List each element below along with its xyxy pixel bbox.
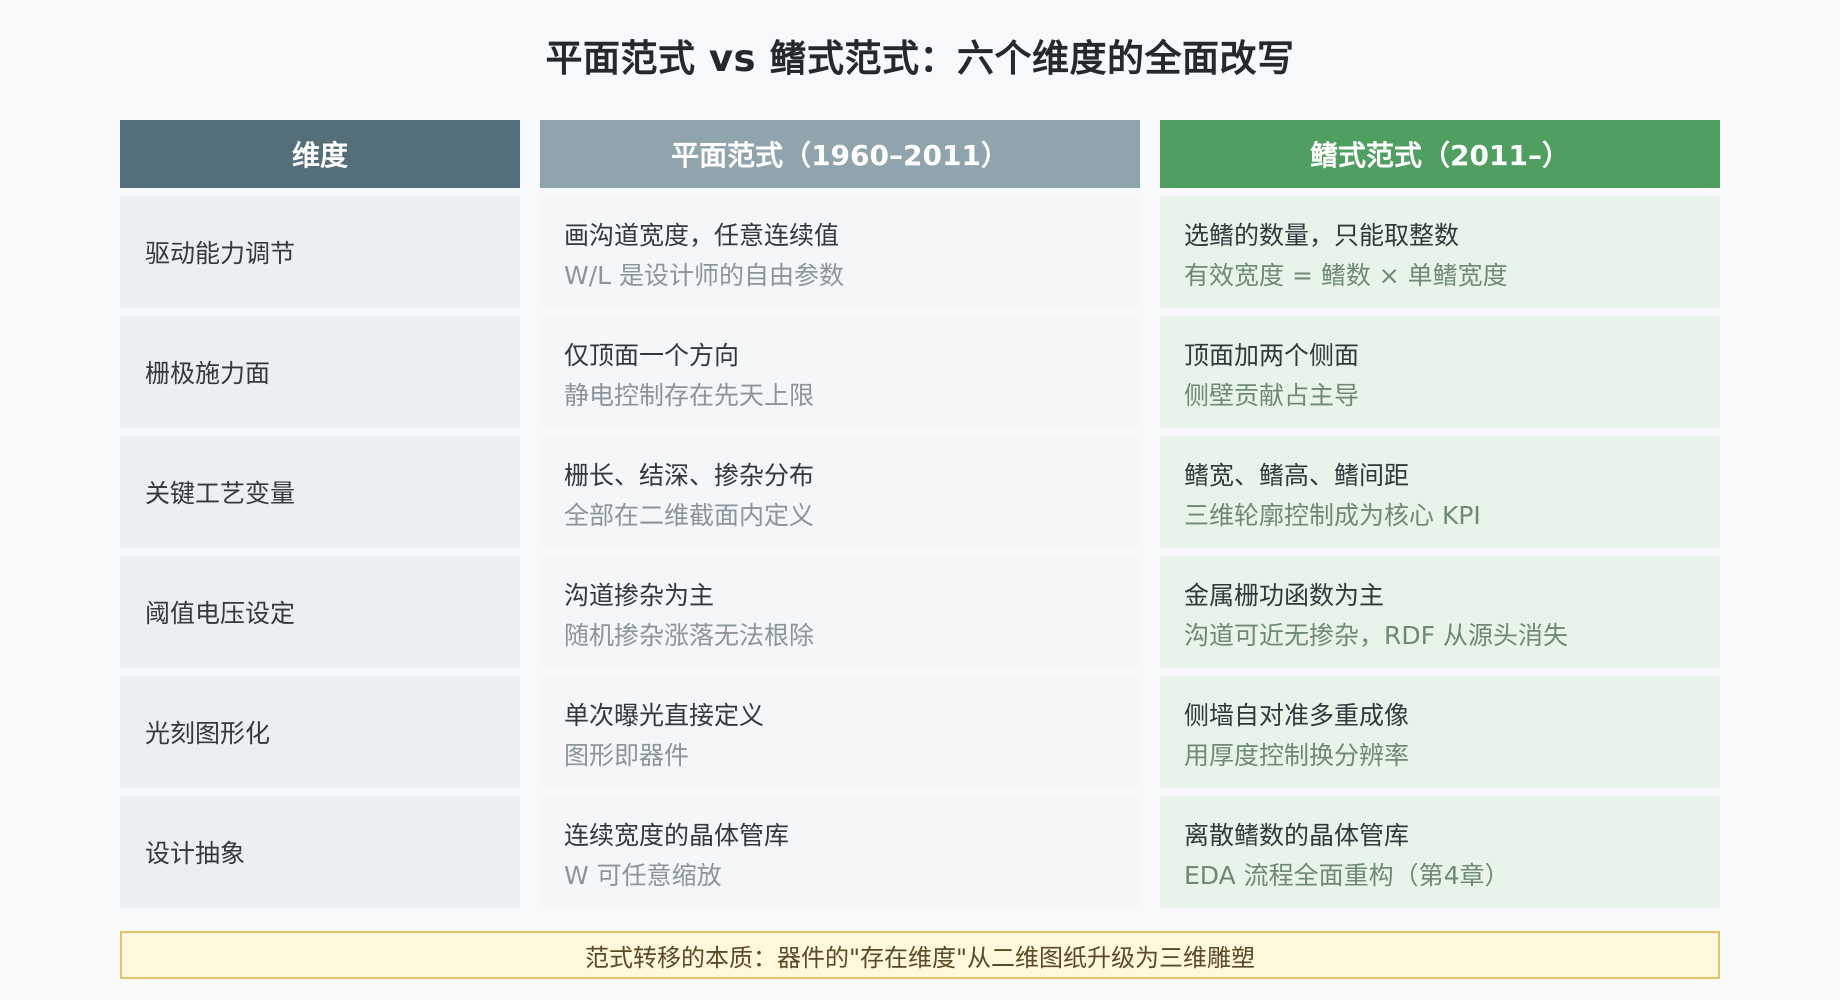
planar-cell: 单次曝光直接定义 图形即器件 [540,676,1140,788]
dimension-cell: 设计抽象 [120,796,520,908]
table-row: 栅极施力面 仅顶面一个方向 静电控制存在先天上限 顶面加两个侧面 侧壁贡献占主导 [0,316,1840,428]
header-planar: 平面范式（1960–2011） [540,120,1140,188]
dimension-cell: 阈值电压设定 [120,556,520,668]
finfet-cell: 鳍宽、鳍高、鳍间距 三维轮廓控制成为核心 KPI [1160,436,1720,548]
dimension-cell: 关键工艺变量 [120,436,520,548]
planar-sub-text: 静电控制存在先天上限 [564,381,815,410]
finfet-sub-text: 侧壁贡献占主导 [1184,381,1360,410]
finfet-main-text: 顶面加两个侧面 [1184,341,1360,370]
finfet-sub-text: 沟道可近无掺杂，RDF 从源头消失 [1184,621,1568,650]
finfet-sub-text: 有效宽度 = 鳍数 × 单鳍宽度 [1184,261,1508,290]
table-row: 设计抽象 连续宽度的晶体管库 W 可任意缩放 离散鳍数的晶体管库 EDA 流程全… [0,796,1840,908]
planar-main-text: 单次曝光直接定义 [564,701,765,730]
finfet-sub-text: 用厚度控制换分辨率 [1184,741,1410,770]
planar-main-text: 连续宽度的晶体管库 [564,821,790,850]
planar-sub-text: 图形即器件 [564,741,690,770]
header-finfet: 鳍式范式（2011–） [1160,120,1720,188]
dimension-cell: 驱动能力调节 [120,196,520,308]
finfet-cell: 离散鳍数的晶体管库 EDA 流程全面重构（第4章） [1160,796,1720,908]
finfet-cell: 顶面加两个侧面 侧壁贡献占主导 [1160,316,1720,428]
planar-sub-text: 全部在二维截面内定义 [564,501,815,530]
planar-sub-text: W/L 是设计师的自由参数 [564,261,845,290]
planar-main-text: 沟道掺杂为主 [564,581,715,610]
dimension-cell: 光刻图形化 [120,676,520,788]
finfet-cell: 金属栅功函数为主 沟道可近无掺杂，RDF 从源头消失 [1160,556,1720,668]
planar-sub-text: 随机掺杂涨落无法根除 [564,621,815,650]
planar-cell: 仅顶面一个方向 静电控制存在先天上限 [540,316,1140,428]
dimension-cell: 栅极施力面 [120,316,520,428]
finfet-main-text: 离散鳍数的晶体管库 [1184,821,1410,850]
finfet-main-text: 金属栅功函数为主 [1184,581,1385,610]
planar-main-text: 仅顶面一个方向 [564,341,740,370]
planar-cell: 栅长、结深、掺杂分布 全部在二维截面内定义 [540,436,1140,548]
finfet-sub-text: 三维轮廓控制成为核心 KPI [1184,501,1481,530]
finfet-sub-text: EDA 流程全面重构（第4章） [1184,861,1510,890]
table-row: 驱动能力调节 画沟道宽度，任意连续值 W/L 是设计师的自由参数 选鳍的数量，只… [0,196,1840,308]
finfet-main-text: 鳍宽、鳍高、鳍间距 [1184,461,1410,490]
planar-cell: 沟道掺杂为主 随机掺杂涨落无法根除 [540,556,1140,668]
finfet-main-text: 选鳍的数量，只能取整数 [1184,221,1460,250]
planar-main-text: 栅长、结深、掺杂分布 [564,461,815,490]
finfet-cell: 侧墙自对准多重成像 用厚度控制换分辨率 [1160,676,1720,788]
table-row: 关键工艺变量 栅长、结深、掺杂分布 全部在二维截面内定义 鳍宽、鳍高、鳍间距 三… [0,436,1840,548]
planar-cell: 连续宽度的晶体管库 W 可任意缩放 [540,796,1140,908]
planar-sub-text: W 可任意缩放 [564,861,722,890]
finfet-cell: 选鳍的数量，只能取整数 有效宽度 = 鳍数 × 单鳍宽度 [1160,196,1720,308]
table-row: 光刻图形化 单次曝光直接定义 图形即器件 侧墙自对准多重成像 用厚度控制换分辨率 [0,676,1840,788]
header-dimension: 维度 [120,120,520,188]
page-title: 平面范式 vs 鳍式范式：六个维度的全面改写 [545,37,1295,80]
table-row: 阈值电压设定 沟道掺杂为主 随机掺杂涨落无法根除 金属栅功函数为主 沟道可近无掺… [0,556,1840,668]
planar-cell: 画沟道宽度，任意连续值 W/L 是设计师的自由参数 [540,196,1140,308]
planar-main-text: 画沟道宽度，任意连续值 [564,221,840,250]
finfet-main-text: 侧墙自对准多重成像 [1184,701,1410,730]
summary-banner: 范式转移的本质：器件的"存在维度"从二维图纸升级为三维雕塑 [120,931,1720,979]
